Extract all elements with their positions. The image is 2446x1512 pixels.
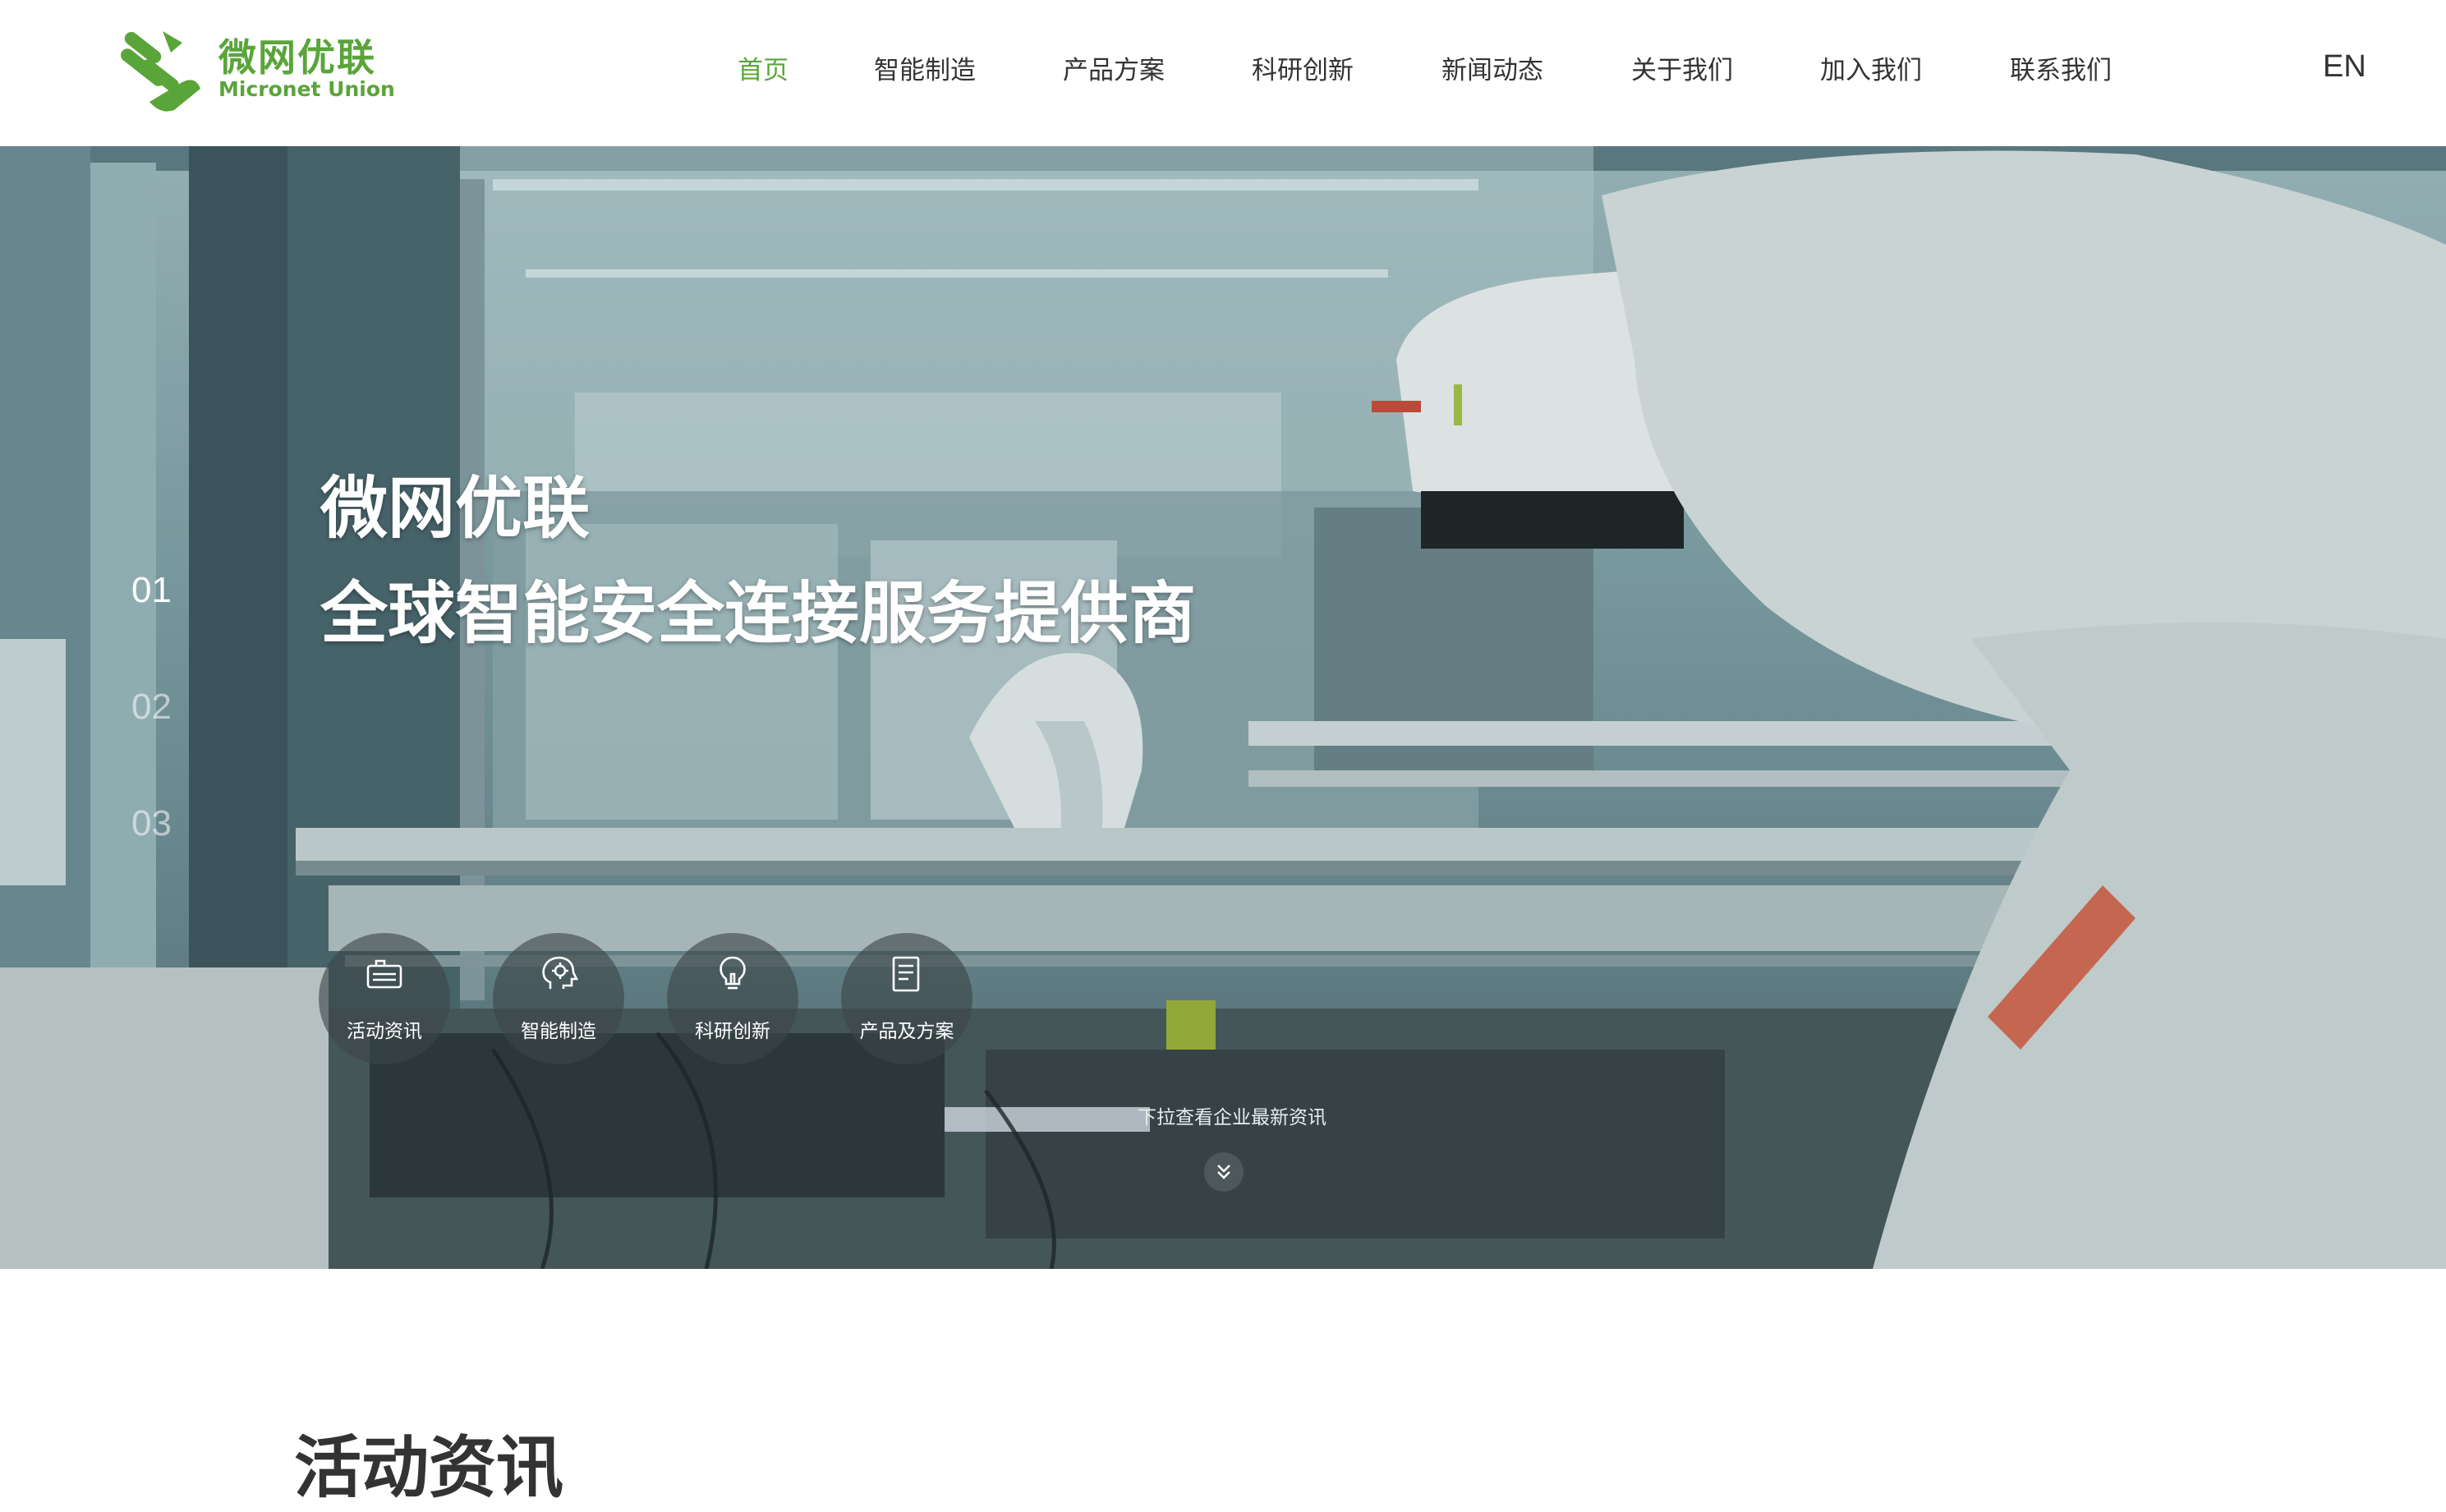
nav-item-news[interactable]: 新闻动态 bbox=[1441, 49, 1543, 86]
double-chevron-down-icon bbox=[1217, 1165, 1230, 1179]
newspaper-icon bbox=[366, 959, 402, 989]
hero-title: 微网优联 全球智能安全连接服务提供商 bbox=[320, 457, 1196, 667]
nav-item-home[interactable]: 首页 bbox=[738, 49, 789, 86]
quick-link-label: 智能制造 bbox=[521, 1021, 596, 1042]
quick-link-research[interactable]: 科研创新 bbox=[667, 933, 798, 1064]
hero-title-line2: 全球智能安全连接服务提供商 bbox=[320, 575, 1197, 653]
scroll-down-button[interactable] bbox=[1204, 1152, 1244, 1192]
lightbulb-icon bbox=[720, 956, 746, 990]
quick-link-smart-manufacturing[interactable]: 智能制造 bbox=[493, 933, 624, 1064]
slide-indicator-02[interactable]: 02 bbox=[131, 687, 172, 728]
hero-banner: 微网优联 全球智能安全连接服务提供商 01 02 03 活动资讯 智能制造 科研… bbox=[0, 146, 2446, 1269]
scroll-hint-text: 下拉查看企业最新资讯 bbox=[1138, 1107, 1326, 1128]
factory-robot-background bbox=[0, 146, 2446, 1269]
quick-link-products[interactable]: 产品及方案 bbox=[841, 933, 972, 1064]
quick-link-label: 科研创新 bbox=[695, 1021, 770, 1042]
nav-item-contact[interactable]: 联系我们 bbox=[2010, 49, 2112, 86]
language-switch[interactable]: EN bbox=[2323, 49, 2366, 85]
nav-item-about[interactable]: 关于我们 bbox=[1631, 49, 1733, 86]
quick-link-label: 产品及方案 bbox=[859, 1021, 954, 1042]
hero-title-line1: 微网优联 bbox=[320, 470, 591, 548]
document-icon bbox=[892, 956, 920, 992]
slide-indicator-03[interactable]: 03 bbox=[131, 803, 172, 844]
slide-indicator-01[interactable]: 01 bbox=[131, 570, 172, 611]
quick-link-events[interactable]: 活动资讯 bbox=[319, 933, 450, 1064]
site-header: 微网优联 Micronet Union 首页 智能制造 产品方案 科研创新 新闻… bbox=[0, 0, 2446, 146]
nav-item-smart-manufacturing[interactable]: 智能制造 bbox=[874, 49, 976, 86]
logo[interactable]: 微网优联 Micronet Union bbox=[113, 21, 395, 118]
nav-item-join[interactable]: 加入我们 bbox=[1820, 49, 1922, 86]
nav-item-research[interactable]: 科研创新 bbox=[1252, 49, 1354, 86]
brand-name-en: Micronet Union bbox=[218, 77, 395, 101]
section-title-events: 活动资讯 bbox=[294, 1429, 564, 1507]
brain-gear-icon bbox=[542, 956, 578, 989]
quick-link-label: 活动资讯 bbox=[347, 1021, 422, 1042]
micronet-union-logo-icon bbox=[121, 31, 200, 112]
nav-item-product-solutions[interactable]: 产品方案 bbox=[1063, 49, 1165, 86]
brand-name-cn: 微网优联 bbox=[218, 35, 376, 80]
